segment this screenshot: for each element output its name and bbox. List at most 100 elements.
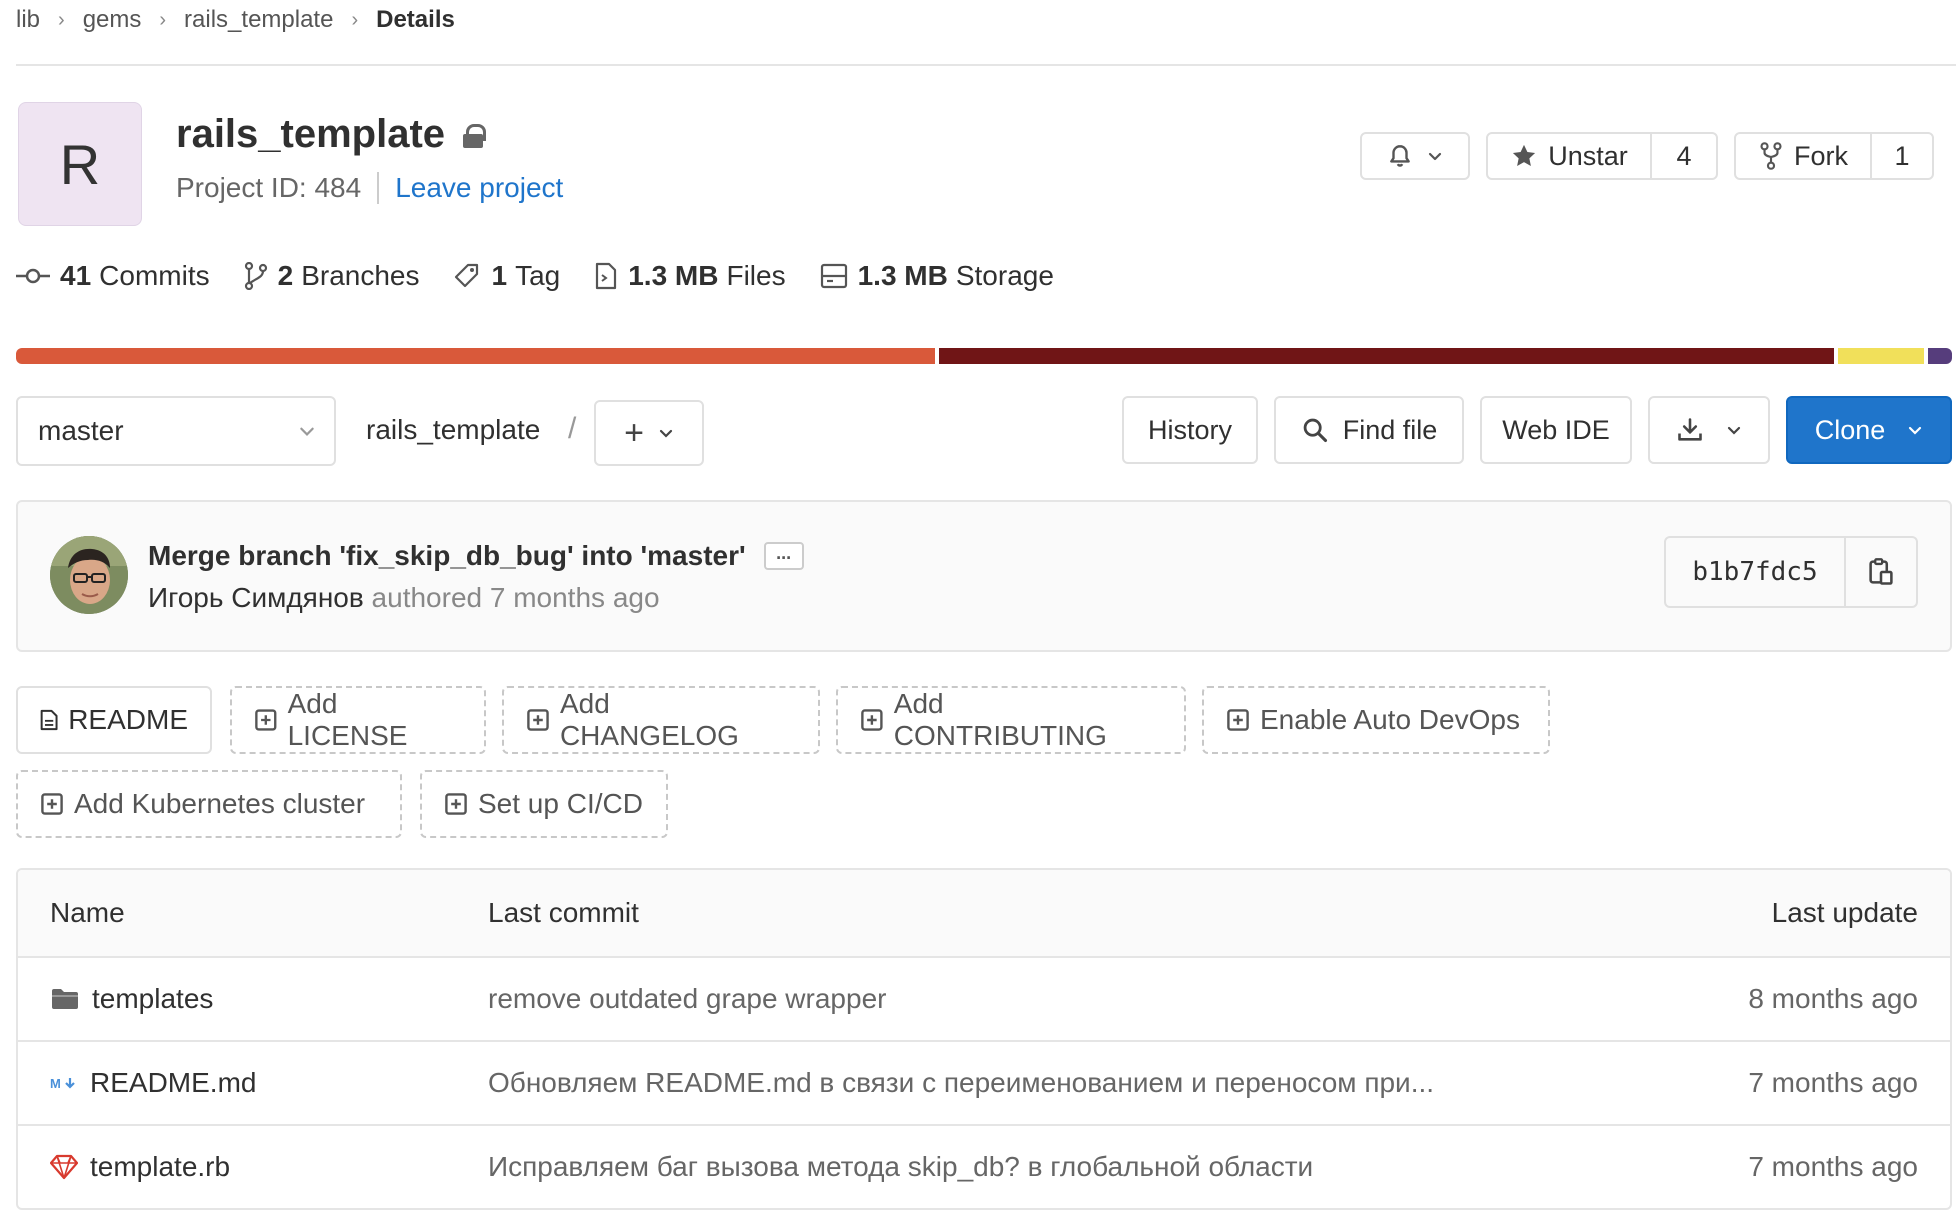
branch-name: master <box>38 415 124 446</box>
commit-author-line: Игорь Симдянов authored 7 months ago <box>148 582 660 614</box>
copy-sha-button[interactable] <box>1844 538 1916 606</box>
tag-icon <box>455 263 479 288</box>
notification-button[interactable] <box>1360 132 1470 180</box>
star-group: Unstar 4 <box>1486 132 1718 180</box>
table-row[interactable]: templates remove outdated grape wrapper … <box>18 956 1950 1040</box>
files-size: 1.3 MB <box>628 260 719 291</box>
commits-label: Commits <box>99 260 210 291</box>
language-segment[interactable] <box>1927 348 1952 364</box>
fork-count[interactable]: 1 <box>1870 134 1932 178</box>
breadcrumb-rails-template[interactable]: rails_template <box>184 6 333 34</box>
column-header-last-commit: Last commit <box>488 897 639 928</box>
author-avatar-image <box>50 536 128 614</box>
branch-dropdown[interactable]: master <box>16 396 336 466</box>
file-text-icon <box>40 709 58 731</box>
file-name-cell[interactable]: templates <box>50 958 213 1040</box>
storage-label: Storage <box>955 260 1054 291</box>
plus-square-icon <box>41 793 63 815</box>
language-segment[interactable] <box>1837 348 1924 364</box>
avatar[interactable] <box>50 536 128 614</box>
enable-auto-devops-button[interactable]: Enable Auto DevOps <box>1202 686 1550 754</box>
fork-button[interactable]: Fork <box>1736 134 1870 178</box>
add-contributing-label: Add CONTRIBUTING <box>893 688 1107 751</box>
fork-label: Fork <box>1794 140 1848 171</box>
history-button[interactable]: History <box>1122 396 1258 464</box>
add-license-button[interactable]: Add LICENSE <box>230 686 486 754</box>
project-stats: 41 Commits 2 Branches 1 Tag 1.3 MB Files… <box>16 256 1088 296</box>
unstar-button[interactable]: Unstar <box>1488 134 1650 178</box>
plus-square-icon <box>1227 709 1249 731</box>
ruby-icon <box>50 1154 78 1180</box>
stat-commits[interactable]: 41 Commits <box>16 260 210 292</box>
svg-text:M: M <box>50 1076 61 1091</box>
fork-icon <box>1760 142 1782 170</box>
history-label: History <box>1147 414 1232 445</box>
clone-label: Clone <box>1814 414 1886 445</box>
star-icon <box>1513 144 1536 167</box>
divider <box>377 172 380 204</box>
language-segment[interactable] <box>16 348 935 364</box>
stat-branches[interactable]: 2 Branches <box>244 260 419 292</box>
add-to-tree-dropdown[interactable]: + <box>594 400 704 466</box>
commit-author-link[interactable]: Игорь Симдянов <box>148 582 364 613</box>
chevron-down-icon <box>1909 426 1922 435</box>
copy-icon <box>1869 558 1893 585</box>
storage-size: 1.3 MB <box>857 260 948 291</box>
commit-authored-time: authored 7 months ago <box>371 582 660 613</box>
chevron-right-icon: › <box>159 8 167 31</box>
project-id: Project ID: 484 <box>176 172 362 203</box>
chevron-down-icon <box>1428 152 1442 161</box>
add-contributing-button[interactable]: Add CONTRIBUTING <box>836 686 1186 754</box>
plus-square-icon <box>445 793 467 815</box>
add-changelog-button[interactable]: Add CHANGELOG <box>502 686 820 754</box>
web-ide-button[interactable]: Web IDE <box>1480 396 1632 464</box>
table-row[interactable]: M README.md Обновляем README.md в связи … <box>18 1040 1950 1124</box>
expand-commit-description-button[interactable]: ... <box>763 542 804 570</box>
last-update: 8 months ago <box>1748 983 1918 1014</box>
find-file-button[interactable]: Find file <box>1274 396 1464 464</box>
tags-label: Tag <box>515 260 561 291</box>
leave-project-link[interactable]: Leave project <box>395 172 563 204</box>
last-update: 7 months ago <box>1748 1067 1918 1098</box>
stat-storage[interactable]: 1.3 MB Storage <box>820 260 1054 292</box>
download-dropdown[interactable] <box>1648 396 1770 464</box>
clone-dropdown[interactable]: Clone <box>1786 396 1952 464</box>
lock-icon <box>463 123 487 148</box>
stat-tags[interactable]: 1 Tag <box>453 260 560 292</box>
commit-sha[interactable]: b1b7fdc5 <box>1666 538 1844 606</box>
commits-count: 41 <box>60 260 92 291</box>
star-count[interactable]: 4 <box>1650 134 1716 178</box>
stat-files[interactable]: 1.3 MB Files <box>594 260 786 292</box>
add-kubernetes-cluster-button[interactable]: Add Kubernetes cluster <box>16 770 402 838</box>
commit-message[interactable]: Обновляем README.md в связи с переименов… <box>488 1042 1434 1124</box>
enable-auto-devops-label: Enable Auto DevOps <box>1260 704 1520 735</box>
path-separator: / <box>568 412 577 445</box>
breadcrumb-lib[interactable]: lib <box>16 6 40 34</box>
file-name[interactable]: README.md <box>90 1067 256 1099</box>
readme-button[interactable]: README <box>16 686 212 754</box>
table-row[interactable]: template.rb Исправляем баг вызова метода… <box>18 1124 1950 1208</box>
breadcrumb-gems[interactable]: gems <box>83 6 142 34</box>
commit-message[interactable]: Исправляем баг вызова метода skip_db? в … <box>488 1126 1313 1208</box>
folder-icon <box>52 989 78 1009</box>
web-ide-label: Web IDE <box>1502 414 1610 445</box>
chevron-right-icon: › <box>58 8 65 31</box>
file-name[interactable]: templates <box>92 983 213 1015</box>
file-name-cell[interactable]: M README.md <box>50 1042 256 1124</box>
column-header-last-update: Last update <box>1771 897 1918 928</box>
repo-path-root[interactable]: rails_template <box>366 414 540 446</box>
file-name[interactable]: template.rb <box>90 1151 230 1183</box>
repository-languages-bar[interactable] <box>16 348 1952 364</box>
commit-sha-group: b1b7fdc5 <box>1664 536 1918 608</box>
setup-cicd-button[interactable]: Set up CI/CD <box>420 770 668 838</box>
breadcrumb-current: Details <box>376 6 455 33</box>
unstar-label: Unstar <box>1548 140 1628 171</box>
setup-cicd-label: Set up CI/CD <box>478 788 643 819</box>
language-segment[interactable] <box>938 348 1834 364</box>
file-name-cell[interactable]: template.rb <box>50 1126 230 1208</box>
commit-message-link[interactable]: Merge branch 'fix_skip_db_bug' into 'mas… <box>148 540 746 572</box>
commit-title: Merge branch 'fix_skip_db_bug' into 'mas… <box>148 540 804 572</box>
bell-icon <box>1390 145 1410 167</box>
commit-message[interactable]: remove outdated grape wrapper <box>488 958 886 1040</box>
project-avatar: R <box>18 102 142 226</box>
